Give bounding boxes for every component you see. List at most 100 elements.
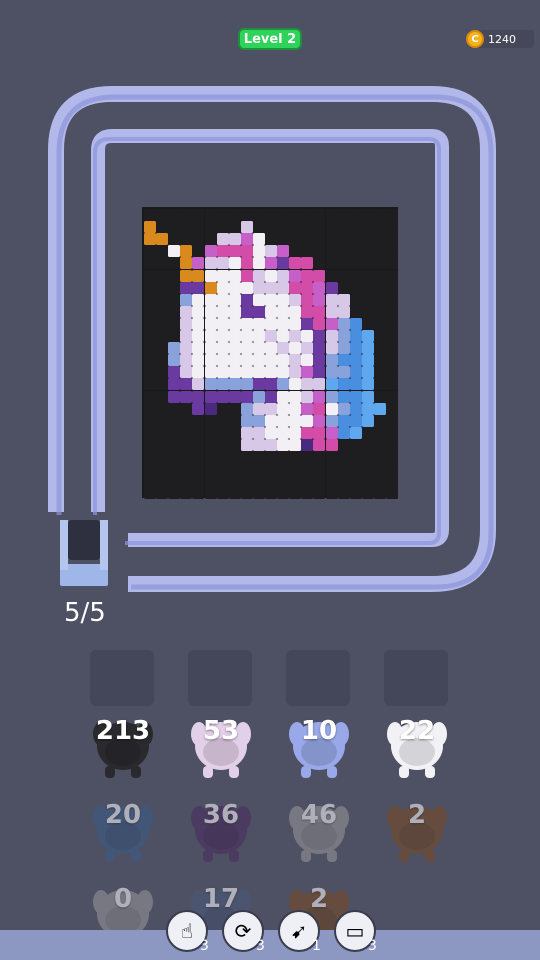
pixel-cell — [252, 390, 265, 403]
pixel-cell — [192, 366, 205, 379]
pixel-cell — [192, 414, 205, 427]
pixel-cell — [192, 281, 205, 294]
pixel-cell — [337, 233, 350, 246]
pixel-cell — [240, 475, 253, 488]
shooter-pig[interactable]: 2 — [385, 796, 449, 868]
pixel-cell — [144, 390, 156, 403]
pixel-cell — [144, 402, 156, 415]
shooter-pig[interactable]: 10 — [287, 712, 351, 784]
pixel-cell — [228, 342, 241, 355]
pixel-cell — [240, 414, 253, 427]
pixel-cell — [240, 438, 253, 451]
pixel-cell — [386, 269, 398, 282]
pixel-cell — [277, 366, 290, 379]
pixel-cell — [373, 378, 386, 391]
pixel-cell — [313, 390, 326, 403]
pixel-cell — [144, 342, 156, 355]
pixel-cell — [373, 451, 386, 463]
shooter-pig[interactable]: 53 — [189, 712, 253, 784]
pixel-cell — [252, 305, 265, 318]
pixel-cell — [252, 257, 265, 270]
bottom-bar — [0, 930, 540, 960]
pixel-cell — [144, 305, 156, 318]
pixel-cell — [289, 475, 302, 488]
pixel-cell — [325, 475, 338, 488]
pixel-cell — [325, 451, 338, 463]
pixel-cell — [180, 281, 193, 294]
cards-icon: ▭ — [345, 919, 365, 943]
pixel-cell — [216, 475, 229, 488]
pixel-cell — [313, 378, 326, 391]
pixel-cell — [289, 330, 302, 342]
pixel-cell — [289, 269, 302, 282]
pixel-cell — [386, 390, 398, 403]
pixel-cell — [228, 354, 241, 367]
shooter-pig[interactable]: 20 — [91, 796, 155, 868]
pixel-cell — [313, 402, 326, 415]
pixel-cell — [168, 390, 181, 403]
pixel-cell — [216, 451, 229, 463]
pixel-cell — [349, 293, 362, 306]
pixel-cell — [252, 438, 265, 451]
pixel-cell — [325, 426, 338, 439]
pixel-cell — [144, 233, 156, 246]
pixel-cell — [301, 487, 314, 500]
pixel-cell — [156, 305, 169, 318]
pixel-cell — [180, 269, 193, 282]
shooter-pig[interactable]: 213 — [91, 712, 155, 784]
pixel-cell — [289, 305, 302, 318]
pixel-cell — [204, 463, 217, 476]
pixel-cell — [180, 378, 193, 391]
pixel-cell — [144, 426, 156, 439]
pixel-cell — [313, 475, 326, 488]
pixel-cell — [240, 257, 253, 270]
shooter-pig[interactable]: 22 — [385, 712, 449, 784]
pixel-cell — [192, 317, 205, 330]
pixel-cell — [349, 426, 362, 439]
pixel-cell — [337, 475, 350, 488]
pixel-cell — [349, 330, 362, 342]
pixel-cell — [289, 317, 302, 330]
pixel-cell — [386, 257, 398, 270]
pixel-cell — [156, 366, 169, 379]
pixel-cell — [277, 414, 290, 427]
shooter-pig[interactable]: 36 — [189, 796, 253, 868]
pixel-cell — [192, 487, 205, 500]
pixel-cell — [386, 221, 398, 234]
pixel-cell — [277, 257, 290, 270]
pixel-cell — [301, 209, 314, 221]
pixel-cell — [265, 209, 277, 221]
shooter-count: 46 — [300, 800, 338, 830]
pixel-cell — [156, 390, 169, 403]
pixel-cell — [216, 317, 229, 330]
pixel-cell — [386, 378, 398, 391]
pixel-cell — [156, 378, 169, 391]
pixel-cell — [252, 414, 265, 427]
pixel-cell — [361, 402, 374, 415]
pixel-cell — [289, 426, 302, 439]
shooter-pig[interactable]: 46 — [287, 796, 351, 868]
pixel-cell — [192, 221, 205, 234]
pixel-cell — [240, 233, 253, 246]
pixel-cell — [373, 438, 386, 451]
pixel-cell — [337, 438, 350, 451]
pixel-cell — [252, 426, 265, 439]
pixel-cell — [289, 342, 302, 355]
pixel-cell — [373, 245, 386, 258]
pixel-cell — [156, 487, 169, 500]
pixel-cell — [228, 305, 241, 318]
pixel-cell — [204, 305, 217, 318]
pixel-cell — [277, 317, 290, 330]
pixel-cell — [228, 451, 241, 463]
pixel-cell — [277, 233, 290, 246]
pixel-cell — [301, 378, 314, 391]
pixel-cell — [325, 293, 338, 306]
pixel-cell — [325, 354, 338, 367]
pixel-cell — [180, 390, 193, 403]
pixel-cell — [325, 414, 338, 427]
pixel-cell — [349, 414, 362, 427]
pixel-cell — [373, 293, 386, 306]
pixel-cell — [156, 342, 169, 355]
pixel-cell — [265, 475, 277, 488]
pixel-cell — [204, 451, 217, 463]
